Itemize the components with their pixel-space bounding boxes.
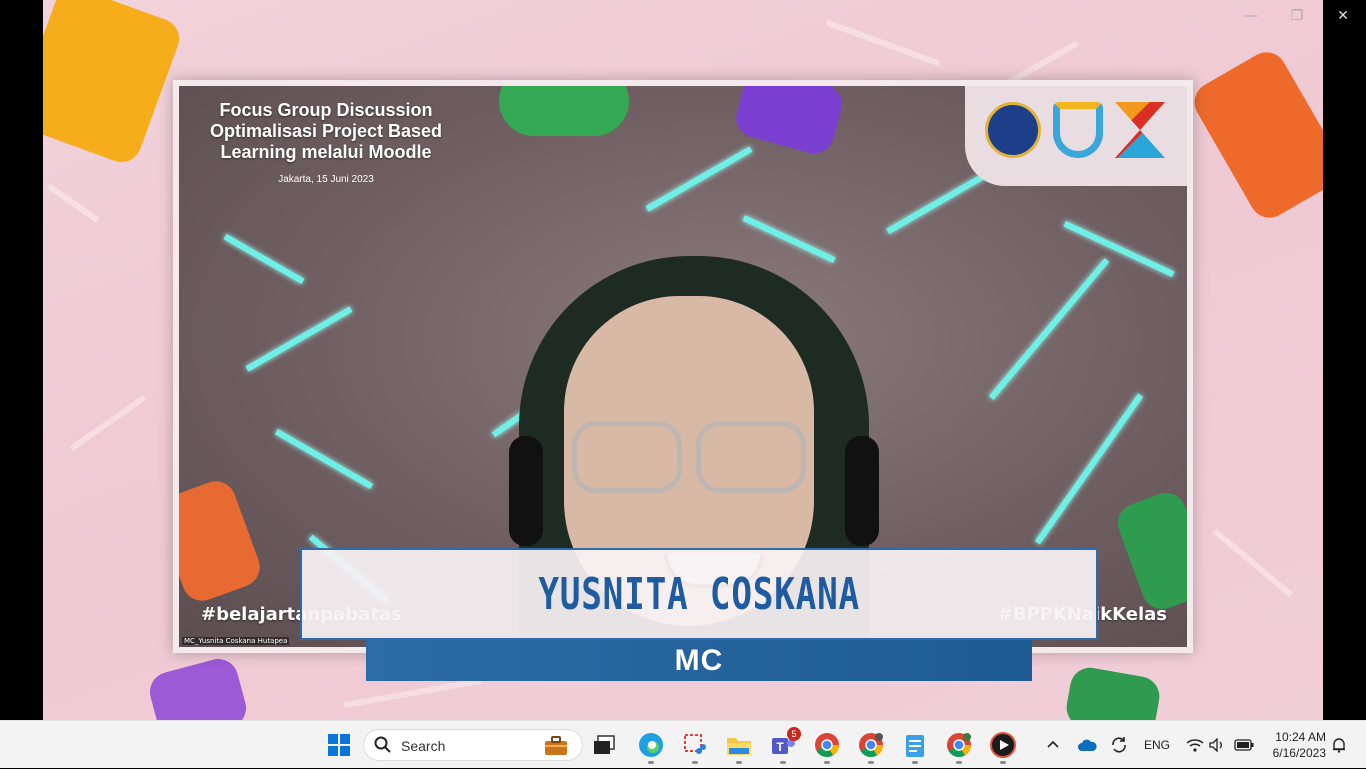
running-indicator	[912, 761, 918, 764]
onedrive-icon[interactable]	[1077, 721, 1097, 769]
search-label: Search	[401, 738, 446, 754]
bg-line	[1212, 528, 1294, 598]
event-title-line-2: Optimalisasi Project Based	[209, 121, 443, 141]
maze-line	[274, 428, 374, 490]
running-indicator	[1000, 761, 1006, 764]
maze-line	[645, 146, 753, 212]
volume-icon[interactable]	[1209, 721, 1227, 769]
edge-icon[interactable]	[635, 729, 667, 764]
bg-line	[1006, 40, 1080, 86]
teams-icon[interactable]: T 5	[767, 727, 801, 764]
bg-line	[46, 183, 100, 223]
close-button[interactable]: ✕	[1329, 2, 1357, 30]
maze-line	[988, 258, 1110, 400]
taskbar: Search T 5 ENG 10:24 AM 6/16/2023	[0, 720, 1366, 768]
yellow-puzzle-piece	[43, 0, 185, 168]
orange-puzzle-piece-video	[179, 475, 266, 607]
chevron-up-icon	[1046, 736, 1060, 754]
svg-text:T: T	[776, 740, 784, 754]
maze-line	[245, 306, 353, 372]
kemenkeu-logo	[985, 102, 1041, 158]
file-explorer-icon[interactable]	[723, 729, 755, 764]
purple-puzzle-piece	[145, 654, 251, 720]
glasses-right	[696, 421, 806, 493]
participant-name-label: MC_Yusnita Coskana Hutapea	[182, 637, 290, 645]
event-title-line-1: Focus Group Discussion	[219, 100, 433, 120]
snipping-tool-icon[interactable]	[679, 729, 711, 764]
clock-date: 6/16/2023	[1272, 746, 1326, 760]
windows-start-icon[interactable]	[323, 729, 355, 761]
clock[interactable]: 10:24 AM 6/16/2023	[1262, 721, 1326, 769]
running-indicator	[648, 761, 654, 764]
minimize-button[interactable]: —	[1237, 2, 1265, 30]
speaker-role: MC	[674, 643, 724, 677]
running-indicator	[868, 761, 874, 764]
restore-button[interactable]: ❐	[1283, 2, 1311, 30]
running-indicator	[824, 761, 830, 764]
battery-icon[interactable]	[1234, 721, 1254, 769]
lower-third-role: MC	[366, 640, 1032, 681]
speaker-name: YUSNITA COSKANA	[538, 568, 860, 620]
sync-icon[interactable]	[1109, 721, 1129, 769]
notepad-icon[interactable]	[899, 729, 931, 764]
event-title: Focus Group Discussion Optimalisasi Proj…	[191, 100, 461, 163]
glasses-left	[572, 421, 682, 493]
bg-line	[825, 19, 941, 67]
corpu-logo	[1115, 102, 1165, 158]
running-indicator	[736, 761, 742, 764]
show-hidden-icons-button[interactable]	[1046, 721, 1060, 769]
wifi-icon[interactable]	[1186, 721, 1204, 769]
right-letterbox	[1323, 0, 1366, 720]
search-icon	[374, 736, 392, 758]
chrome-icon[interactable]	[811, 729, 843, 764]
headset-left	[509, 436, 543, 546]
green-puzzle-piece	[1063, 664, 1163, 720]
maze-line	[1063, 220, 1175, 278]
logo-panel	[965, 86, 1187, 186]
event-date: Jakarta, 15 Juni 2023	[278, 174, 374, 185]
work-briefcase-icon	[544, 736, 568, 760]
meeting-stage: Focus Group Discussion Optimalisasi Proj…	[43, 0, 1323, 720]
running-indicator	[780, 761, 786, 764]
bg-line	[343, 677, 483, 709]
chrome-profile-icon[interactable]	[855, 729, 887, 764]
teams-badge: 5	[787, 727, 801, 741]
media-player-icon[interactable]	[987, 729, 1019, 764]
task-view-icon[interactable]	[588, 729, 620, 761]
input-language[interactable]: ENG	[1144, 721, 1170, 769]
running-indicator	[956, 761, 962, 764]
bg-line	[69, 394, 147, 452]
search-input[interactable]: Search	[363, 729, 583, 761]
maze-line	[223, 233, 305, 285]
green-speech-piece	[499, 86, 629, 136]
notification-icon[interactable]	[1331, 721, 1347, 769]
event-title-line-3: Learning melalui Moodle	[220, 142, 432, 162]
headset-right	[845, 436, 879, 546]
clock-time: 10:24 AM	[1275, 730, 1326, 744]
running-indicator	[692, 761, 698, 764]
lower-third-name: YUSNITA COSKANA	[300, 548, 1098, 640]
chrome-profile-2-icon[interactable]	[943, 729, 975, 764]
left-letterbox	[0, 0, 43, 720]
orange-puzzle-piece	[1187, 45, 1323, 225]
pusdiklat-logo	[1053, 102, 1103, 158]
green-puzzle-piece-video	[1112, 487, 1187, 615]
